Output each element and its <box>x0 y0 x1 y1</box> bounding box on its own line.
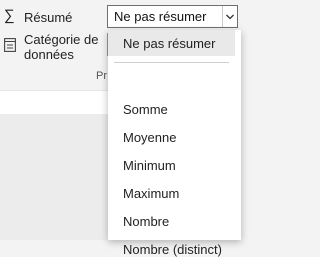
option-nombre[interactable]: Nombre <box>123 214 169 229</box>
dropdown-option-highlighted[interactable]: Ne pas résumer <box>108 30 235 56</box>
sigma-icon: ∑ <box>4 7 15 24</box>
summary-select-value: Ne pas résumer <box>114 9 207 24</box>
option-moyenne[interactable]: Moyenne <box>123 130 176 145</box>
dropdown-option-label: Ne pas résumer <box>123 36 216 51</box>
summary-select[interactable]: Ne pas résumer <box>107 5 238 28</box>
chevron-down-icon[interactable] <box>222 6 237 27</box>
dropdown-divider <box>114 62 229 63</box>
option-maximum[interactable]: Maximum <box>123 186 179 201</box>
option-somme[interactable]: Somme <box>123 102 168 117</box>
option-nombre-distinct[interactable]: Nombre (distinct) <box>123 242 222 257</box>
summary-label: Résumé <box>24 10 73 25</box>
group-label: Pr <box>96 70 107 82</box>
category-label-line1: Catégorie de <box>24 32 99 47</box>
summary-dropdown-list: Ne pas résumer Somme Moyenne Minimum Max… <box>108 30 241 257</box>
option-minimum[interactable]: Minimum <box>123 158 176 173</box>
data-category-icon <box>4 38 16 52</box>
category-label-line2: données <box>24 47 74 62</box>
